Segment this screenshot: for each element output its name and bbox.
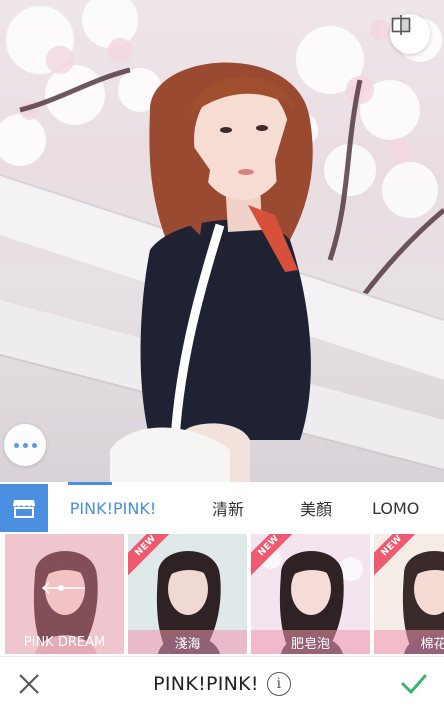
- tab-fresh[interactable]: 清新: [178, 482, 278, 534]
- tab-label: PINK!PINK!: [69, 498, 157, 518]
- info-button[interactable]: i: [266, 672, 291, 696]
- checkmark-icon: [401, 674, 427, 694]
- photo-preview: [0, 0, 444, 482]
- tab-label: 清新: [211, 500, 244, 519]
- more-options-button[interactable]: [4, 424, 46, 466]
- filter-category-tabs: PINK!PINK! 清新 美顏 LOMO: [0, 482, 444, 534]
- compare-button[interactable]: [390, 14, 430, 54]
- filter-strip: PINK DREAM NEW 淺海 NEW 肥皂泡 NEW 棉花: [0, 534, 444, 656]
- filter-title-group: PINK!PINK! i: [0, 657, 444, 710]
- filter-soap-bubble[interactable]: NEW 肥皂泡: [251, 534, 370, 654]
- filter-strength-arrow-icon: [41, 582, 85, 594]
- cancel-button[interactable]: [16, 671, 42, 697]
- tab-label: 美顏: [299, 500, 332, 519]
- filter-label: 肥皂泡: [251, 630, 370, 654]
- filter-label: 棉花: [374, 630, 444, 654]
- filter-label: 淺海: [128, 630, 247, 654]
- filter-shallow-sea[interactable]: NEW 淺海: [128, 534, 247, 654]
- tab-beauty[interactable]: 美顏: [278, 482, 354, 534]
- apply-button[interactable]: [400, 671, 428, 697]
- tab-label: LOMO: [372, 498, 420, 518]
- bottom-action-bar: PINK!PINK! i: [0, 656, 444, 710]
- filter-cotton[interactable]: NEW 棉花: [374, 534, 444, 654]
- portrait-photo: [0, 0, 444, 482]
- filter-pink-dream[interactable]: PINK DREAM: [5, 534, 124, 654]
- info-icon: i: [276, 676, 282, 692]
- compare-split-icon: [391, 15, 411, 35]
- more-dots-icon: [13, 442, 37, 448]
- store-icon: [13, 500, 35, 518]
- current-filter-title: PINK!PINK!: [153, 673, 259, 695]
- tab-lomo[interactable]: LOMO: [354, 482, 434, 534]
- filter-label: PINK DREAM: [23, 634, 106, 650]
- close-icon: [19, 674, 39, 694]
- tab-pinkpink[interactable]: PINK!PINK!: [48, 482, 178, 534]
- filter-store-button[interactable]: [0, 484, 48, 532]
